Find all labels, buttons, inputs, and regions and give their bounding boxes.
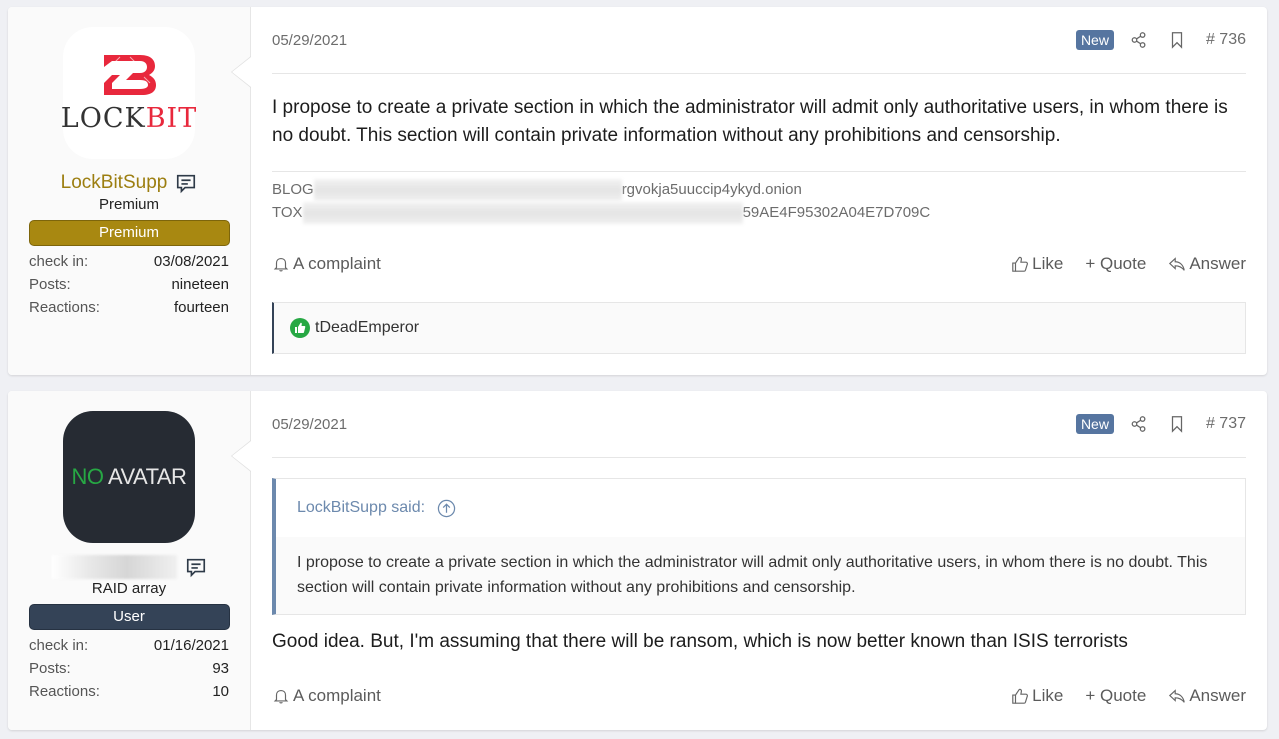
- bookmark-icon[interactable]: [1168, 415, 1186, 433]
- user-title: Premium: [98, 196, 159, 213]
- post-header: 05/29/2021 New # 737: [272, 391, 1246, 458]
- check-in-value: 01/16/2021: [153, 637, 229, 654]
- post-body: Good idea. But, I'm assuming that there …: [272, 631, 1128, 652]
- bookmark-icon[interactable]: [1168, 31, 1186, 49]
- quote-header: LockBitSupp said:: [276, 479, 1245, 537]
- username-redacted[interactable]: [51, 555, 177, 579]
- user-stats: check in: 03/08/2021 Posts: nineteen React…: [29, 250, 229, 319]
- post-content: 05/29/2021 New # 736 I propose to create…: [251, 7, 1267, 375]
- avatar-text: NO AVATAR: [71, 464, 187, 489]
- jump-to-quote-icon[interactable]: [437, 499, 456, 518]
- reactions-value: 10: [212, 683, 229, 700]
- post-number[interactable]: # 736: [1206, 31, 1246, 49]
- post-number[interactable]: # 737: [1206, 415, 1246, 433]
- post-736: LOCKBIT LockBitSupp Premium Premium chec…: [8, 7, 1267, 375]
- answer-button[interactable]: Answer: [1168, 254, 1246, 274]
- redacted-area: [313, 178, 622, 201]
- redacted-area: [302, 201, 743, 224]
- posts-value: 93: [212, 660, 229, 677]
- quote-text: I propose to create a private section in…: [276, 537, 1245, 614]
- message-icon[interactable]: [185, 556, 207, 578]
- complaint-button[interactable]: A complaint: [272, 254, 381, 274]
- user-stats: check in: 01/16/2021 Posts: 93 Reactions: 1…: [29, 634, 229, 703]
- user-banner: User: [28, 604, 230, 630]
- signature-tox: TOX 59AE4F95302A04E7D709C: [272, 201, 1246, 224]
- avatar[interactable]: NO AVATAR: [63, 411, 195, 543]
- answer-button[interactable]: Answer: [1168, 686, 1246, 706]
- username-link[interactable]: LockBitSupp: [61, 172, 168, 194]
- thumbs-up-icon: [1012, 256, 1029, 272]
- thumbs-up-icon: [1012, 688, 1029, 704]
- like-reaction-icon: [290, 318, 310, 338]
- user-info-panel: LOCKBIT LockBitSupp Premium Premium chec…: [8, 7, 251, 375]
- avatar[interactable]: LOCKBIT: [60, 27, 198, 159]
- signature: BLOG rgvokja5uuccip4ykyd.onion TOX 59AE4…: [272, 171, 1246, 224]
- check-in-value: 03/08/2021: [153, 253, 229, 270]
- post-body: I propose to create a private section in…: [272, 97, 1228, 146]
- post-actions: A complaint Like + Quote Answer: [272, 252, 1246, 276]
- quote-button[interactable]: + Quote: [1085, 254, 1146, 274]
- message-icon[interactable]: [175, 172, 197, 194]
- like-button[interactable]: Like: [1011, 254, 1063, 274]
- post-content: 05/29/2021 New # 737 LockBitSupp said: I…: [251, 391, 1267, 730]
- reply-icon: [1169, 257, 1186, 271]
- lockbit-logo-icon: [104, 54, 156, 95]
- share-icon[interactable]: [1130, 415, 1148, 433]
- bell-icon: [273, 258, 289, 272]
- reply-icon: [1169, 689, 1186, 703]
- avatar-text: LOCKBIT: [60, 102, 198, 134]
- quote-block: LockBitSupp said: I propose to create a …: [272, 478, 1246, 615]
- quote-author[interactable]: LockBitSupp said:: [297, 499, 425, 517]
- new-badge: New: [1075, 30, 1114, 50]
- user-info-panel: NO AVATAR RAID array User check in: 01/16…: [8, 391, 251, 730]
- signature-blog: BLOG rgvokja5uuccip4ykyd.onion: [272, 178, 1246, 201]
- quote-button[interactable]: + Quote: [1085, 686, 1146, 706]
- post-date[interactable]: 05/29/2021: [272, 32, 347, 49]
- user-title: RAID array: [91, 580, 167, 597]
- post-date[interactable]: 05/29/2021: [272, 416, 347, 433]
- like-button[interactable]: Like: [1011, 686, 1063, 706]
- new-badge: New: [1075, 414, 1114, 434]
- posts-value: nineteen: [171, 276, 229, 293]
- complaint-button[interactable]: A complaint: [272, 686, 381, 706]
- bell-icon: [273, 690, 289, 704]
- share-icon[interactable]: [1130, 31, 1148, 49]
- user-banner: Premium: [28, 220, 230, 246]
- post-header: 05/29/2021 New # 736: [272, 7, 1246, 74]
- reaction-users[interactable]: tDeadEmperor: [315, 319, 419, 337]
- post-737: NO AVATAR RAID array User check in: 01/16…: [8, 391, 1267, 730]
- post-actions: A complaint Like + Quote Answer: [272, 684, 1246, 708]
- reactions-value: fourteen: [173, 299, 229, 316]
- reactions-bar[interactable]: tDeadEmperor: [272, 302, 1246, 354]
